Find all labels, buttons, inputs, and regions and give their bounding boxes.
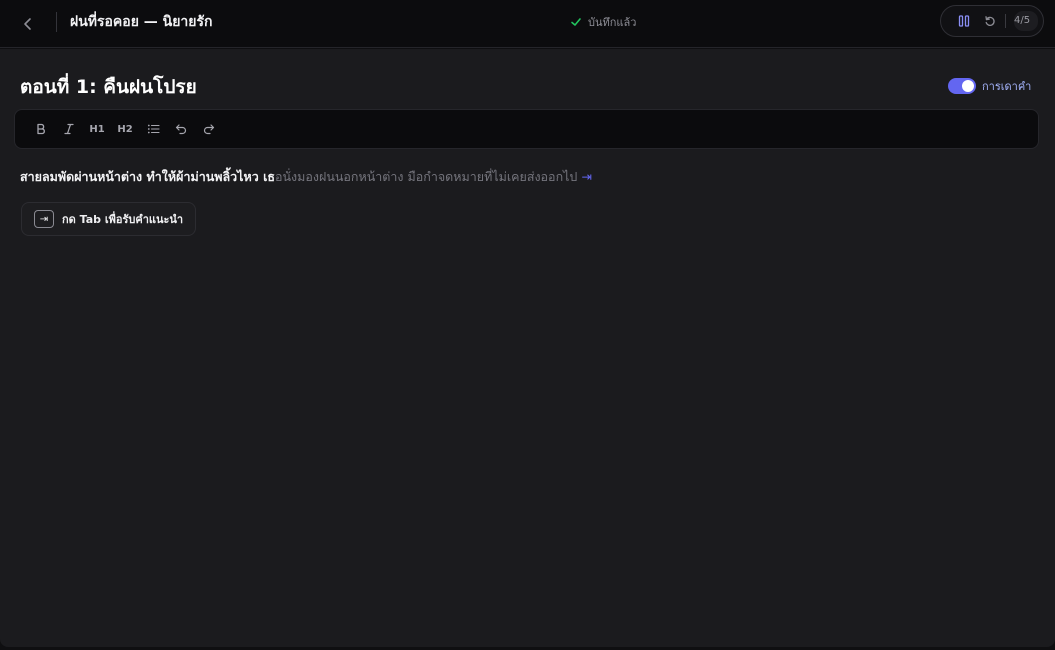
- italic-button[interactable]: [59, 119, 79, 139]
- redo-button[interactable]: [199, 119, 219, 139]
- editor-content[interactable]: สายลมพัดผ่านหน้าต่าง ทำให้ผ้าม่านพลิ้วไห…: [20, 167, 592, 187]
- italic-icon: [64, 123, 74, 135]
- tab-key-icon: ⇥: [34, 210, 54, 228]
- header-divider: [56, 12, 57, 32]
- redo-icon: [203, 124, 215, 135]
- undo-button[interactable]: [171, 119, 191, 139]
- session-controls: 4/5: [940, 5, 1044, 37]
- bold-icon: [37, 123, 45, 135]
- pause-icon: [958, 15, 970, 27]
- back-button[interactable]: [16, 12, 40, 36]
- autocomplete-toggle-label: การเดาคำ: [982, 80, 1032, 93]
- document-title: ฝนที่รอคอย — นิยายรัก: [70, 14, 213, 30]
- accept-suggestion-button[interactable]: ⇥ กด Tab เพื่อรับคำแนะนำ: [21, 202, 197, 236]
- autocomplete-toggle[interactable]: [948, 78, 976, 94]
- tab-hint-label: กด Tab เพื่อรับคำแนะนำ: [62, 213, 184, 226]
- undo-icon: [175, 124, 187, 135]
- heading-2-button[interactable]: H2: [115, 119, 135, 139]
- pause-button[interactable]: [955, 12, 973, 30]
- ghost-suggestion: อนั่งมองฝนนอกหน้าต่าง มือกำจดหมายที่ไม่เ…: [274, 169, 578, 184]
- save-status-label: บันทึกแล้ว: [588, 16, 637, 29]
- rotate-ccw-icon: [985, 16, 995, 26]
- editor-panel: ตอนที่ 1: คืนฝนโปรย การเดาคำ H1 H2 สายลม…: [0, 49, 1055, 647]
- bullet-list-button[interactable]: [143, 119, 163, 139]
- chapter-title[interactable]: ตอนที่ 1: คืนฝนโปรย: [20, 73, 197, 101]
- formatting-toolbar: H1 H2: [14, 109, 1039, 149]
- progress-counter: 4/5: [1014, 11, 1039, 31]
- pill-divider: [1005, 14, 1006, 28]
- accept-suggestion-icon: ⇥: [581, 169, 592, 184]
- bold-button[interactable]: [31, 119, 51, 139]
- save-status: บันทึกแล้ว: [570, 12, 636, 32]
- top-bar: ฝนที่รอคอย — นิยายรัก บันทึกแล้ว 4/5: [0, 0, 1055, 48]
- autocomplete-toggle-group: การเดาคำ: [948, 77, 1031, 95]
- typed-text: สายลมพัดผ่านหน้าต่าง ทำให้ผ้าม่านพลิ้วไห…: [20, 169, 275, 184]
- check-icon: [571, 18, 581, 26]
- reset-button[interactable]: [981, 12, 999, 30]
- bullet-list-icon: [147, 124, 160, 134]
- chevron-left-icon: [24, 18, 31, 30]
- toggle-knob: [962, 80, 974, 92]
- heading-1-button[interactable]: H1: [87, 119, 107, 139]
